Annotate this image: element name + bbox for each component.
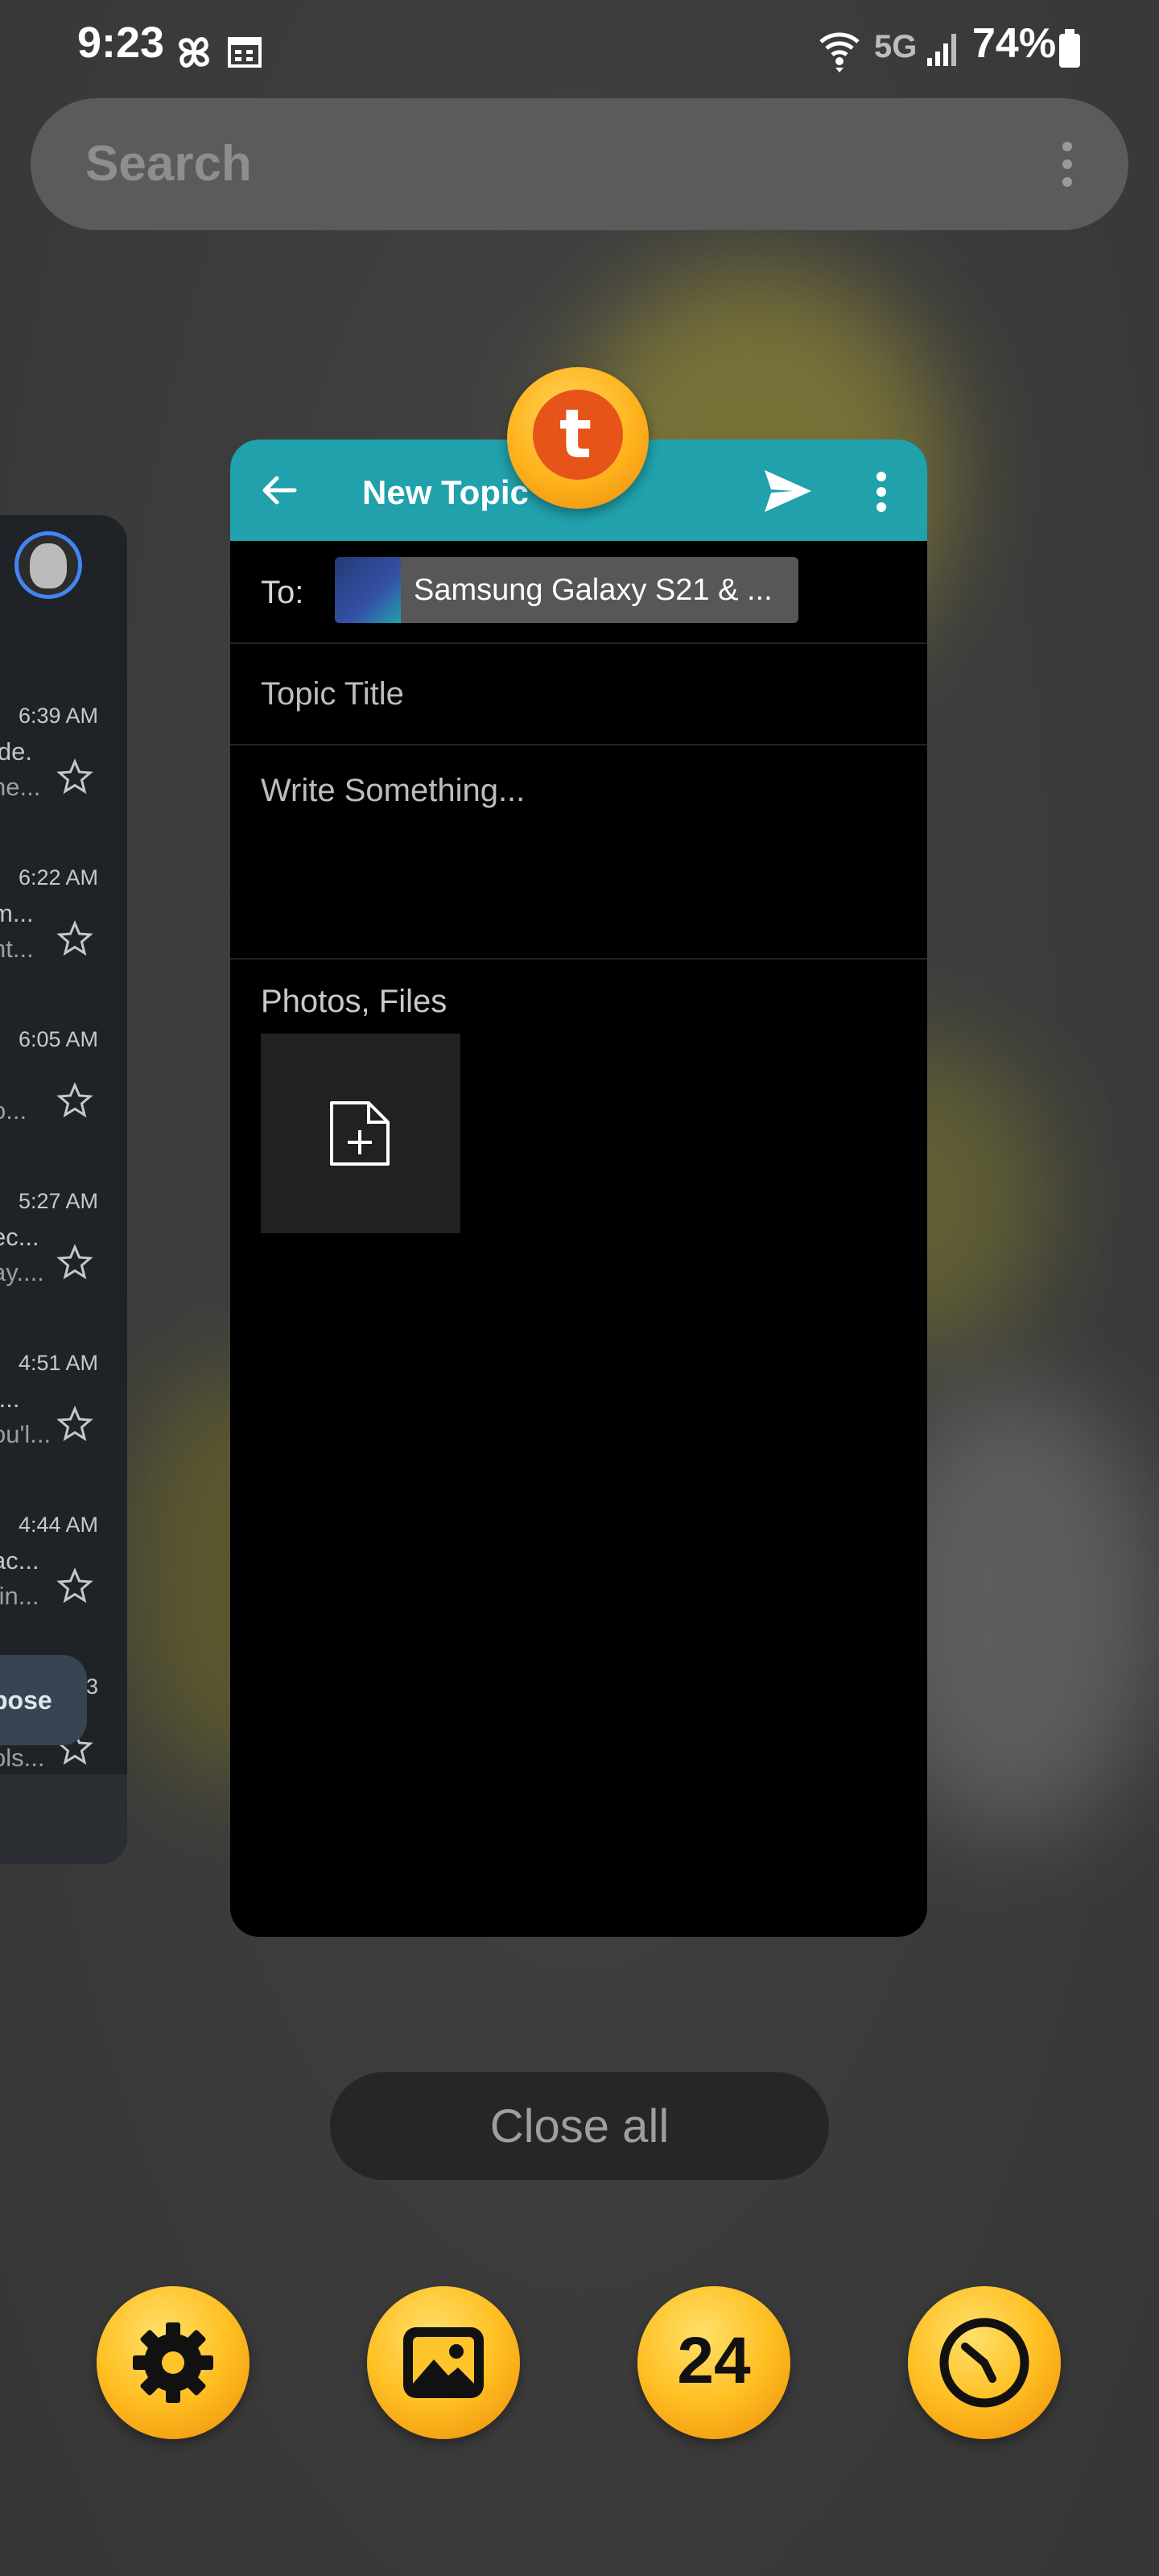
search-placeholder: Search xyxy=(85,136,252,192)
star-icon[interactable] xyxy=(56,1082,93,1119)
forum-thumbnail xyxy=(335,557,401,623)
mail-snippet: ols... xyxy=(0,1744,45,1772)
list-item[interactable]: 6:22 AM m... ht... xyxy=(0,865,127,1026)
tapatalk-logo: t xyxy=(533,390,623,480)
to-label: To: xyxy=(261,575,304,610)
list-item[interactable]: 4:44 AM ac... tin... xyxy=(0,1513,127,1674)
calendar-app-icon[interactable]: 24 xyxy=(637,2286,790,2439)
mail-time: 4:44 AM xyxy=(18,1513,98,1537)
star-icon[interactable] xyxy=(56,758,93,795)
star-icon[interactable] xyxy=(56,1567,93,1604)
mail-subject: ac... xyxy=(0,1546,39,1575)
wifi-icon xyxy=(819,32,860,72)
list-item[interactable]: 5:27 AM ec... ay.... xyxy=(0,1189,127,1350)
page-title: New Topic xyxy=(362,473,529,511)
battery-percent: 74% xyxy=(972,20,1057,67)
clock-app-icon[interactable] xyxy=(908,2286,1061,2439)
mail-snippet: ay.... xyxy=(0,1258,44,1286)
battery-icon xyxy=(1059,29,1080,68)
star-icon[interactable] xyxy=(56,1406,93,1443)
close-all-label: Close all xyxy=(489,2100,670,2153)
mail-time: 6:05 AM xyxy=(18,1027,98,1051)
list-item[interactable]: 4:51 AM t... ou'l... xyxy=(0,1351,127,1512)
gallery-app-icon[interactable] xyxy=(367,2286,520,2439)
close-all-button[interactable]: Close all xyxy=(330,2072,829,2180)
mail-time: 6:39 AM xyxy=(18,704,98,728)
recents-search-bar[interactable]: Search xyxy=(31,98,1128,230)
add-attachment-button[interactable] xyxy=(261,1034,460,1233)
list-item[interactable]: 6:05 AM o... xyxy=(0,1027,127,1188)
image-icon xyxy=(403,2327,484,2398)
mail-time: 6:22 AM xyxy=(18,865,98,890)
topic-title-placeholder: Topic Title xyxy=(261,676,404,712)
status-time: 9:23 xyxy=(77,19,165,67)
clock-icon xyxy=(939,2318,1029,2408)
calendar-day: 24 xyxy=(677,2324,751,2397)
settings-app-icon[interactable] xyxy=(97,2286,250,2439)
calendar-notification-icon xyxy=(228,37,262,68)
topic-title-field[interactable]: Topic Title xyxy=(230,642,927,745)
mail-subject: m... xyxy=(0,899,34,927)
back-arrow-icon[interactable] xyxy=(261,472,298,509)
mail-snippet: o... xyxy=(0,1096,27,1125)
compose-label: pose xyxy=(0,1686,52,1715)
mail-snippet: ht... xyxy=(0,935,34,963)
mail-time: 3 xyxy=(85,1674,98,1699)
compose-button[interactable]: pose xyxy=(0,1655,87,1745)
mail-subject: ide. xyxy=(0,737,32,766)
tapatalk-app-icon[interactable]: t xyxy=(507,367,649,509)
gear-icon xyxy=(133,2322,213,2403)
attachments-label: Photos, Files xyxy=(261,984,448,1019)
status-bar: 9:23 5G 74% xyxy=(0,0,1159,97)
star-icon[interactable] xyxy=(56,920,93,957)
list-item[interactable]: 6:39 AM ide. ne... xyxy=(0,704,127,865)
recent-app-card-gmail[interactable]: 6:39 AM ide. ne... 6:22 AM m... ht... 6:… xyxy=(0,515,127,1864)
mail-subject: ec... xyxy=(0,1223,39,1251)
mail-subject: t... xyxy=(0,1385,20,1413)
more-options-icon[interactable] xyxy=(1062,140,1072,188)
send-icon[interactable] xyxy=(763,469,813,514)
recipient-name: Samsung Galaxy S21 & ... xyxy=(414,573,773,607)
mail-snippet: ne... xyxy=(0,773,41,801)
tapatalk-letter: t xyxy=(559,394,592,473)
add-file-icon xyxy=(330,1101,390,1166)
recipient-chip[interactable]: Samsung Galaxy S21 & ... xyxy=(335,557,798,623)
recipient-row[interactable]: To: Samsung Galaxy S21 & ... xyxy=(230,541,927,644)
bottom-nav xyxy=(0,1774,127,1864)
network-type: 5G xyxy=(874,29,918,64)
pinwheel-icon xyxy=(179,37,209,68)
body-placeholder: Write Something... xyxy=(261,773,526,808)
message-body-field[interactable]: Write Something... xyxy=(230,745,927,960)
more-options-icon[interactable] xyxy=(876,472,887,512)
avatar[interactable] xyxy=(14,531,82,599)
star-icon[interactable] xyxy=(56,1244,93,1281)
mail-snippet: tin... xyxy=(0,1582,39,1610)
recent-app-card-tapatalk[interactable]: New Topic To: Samsung Galaxy S21 & ... T… xyxy=(230,440,927,1937)
mail-snippet: ou'l... xyxy=(0,1420,52,1448)
mail-time: 4:51 AM xyxy=(18,1351,98,1375)
signal-icon xyxy=(927,34,956,66)
mail-time: 5:27 AM xyxy=(18,1189,98,1213)
